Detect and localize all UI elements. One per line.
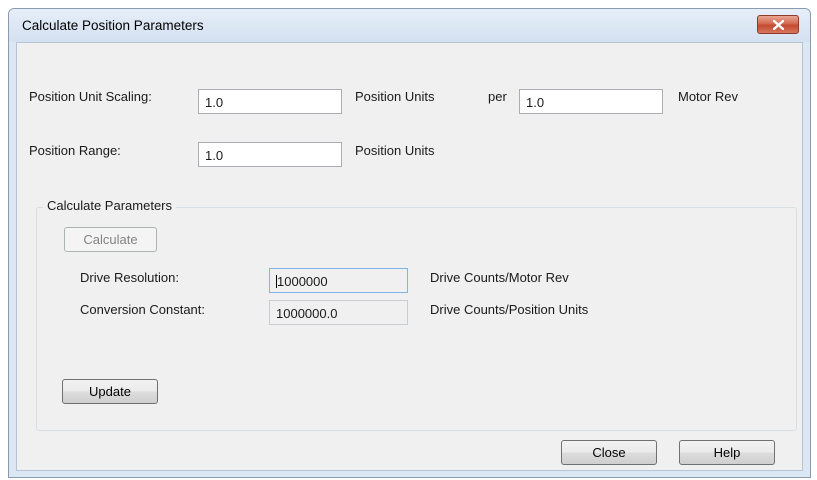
drive-resolution-field[interactable]: 1000000	[269, 268, 408, 293]
help-button[interactable]: Help	[679, 440, 775, 465]
title-bar[interactable]: Calculate Position Parameters	[9, 9, 810, 42]
calculate-button[interactable]: Calculate	[64, 227, 157, 252]
position-unit-scaling-input[interactable]: 1.0	[198, 89, 342, 114]
window-close-button[interactable]	[757, 15, 799, 34]
drive-resolution-label: Drive Resolution:	[80, 270, 179, 285]
position-range-input[interactable]: 1.0	[198, 142, 342, 167]
motor-rev-input[interactable]: 1.0	[519, 89, 663, 114]
calculate-parameters-title: Calculate Parameters	[43, 198, 176, 213]
conversion-constant-field: 1000000.0	[269, 300, 408, 325]
position-range-label: Position Range:	[29, 143, 121, 158]
dialog-body: Position Unit Scaling: 1.0 Position Unit…	[16, 42, 803, 471]
close-icon	[773, 20, 784, 30]
position-range-units-label: Position Units	[355, 143, 435, 158]
position-unit-scaling-label: Position Unit Scaling:	[29, 89, 152, 104]
position-units-label: Position Units	[355, 89, 435, 104]
conversion-constant-units-label: Drive Counts/Position Units	[430, 302, 589, 317]
dialog-title: Calculate Position Parameters	[22, 18, 204, 33]
close-button[interactable]: Close	[561, 440, 657, 465]
per-label: per	[488, 89, 507, 104]
update-button[interactable]: Update	[62, 379, 158, 404]
dialog-window: Calculate Position Parameters Position U…	[8, 8, 811, 478]
conversion-constant-label: Conversion Constant:	[80, 302, 206, 317]
motor-rev-label: Motor Rev	[678, 89, 738, 104]
drive-resolution-units-label: Drive Counts/Motor Rev	[430, 270, 569, 285]
drive-resolution-value: 1000000	[277, 274, 328, 289]
